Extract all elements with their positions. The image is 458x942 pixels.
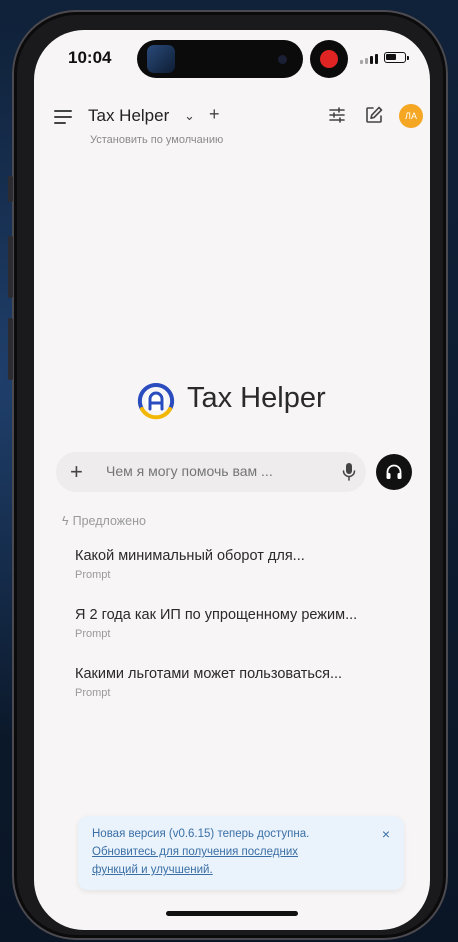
suggestion-item[interactable]: Какой минимальный оборот для... Prompt bbox=[75, 548, 410, 581]
camera-icon bbox=[278, 55, 287, 64]
suggestion-item[interactable]: Какими льготами может пользоваться... Pr… bbox=[75, 666, 410, 699]
toast-update-link[interactable]: Обновитесь для получения последних bbox=[92, 846, 298, 858]
home-indicator[interactable] bbox=[166, 911, 298, 916]
suggestion-subtitle: Prompt bbox=[75, 628, 111, 640]
suggestion-title: Я 2 года как ИП по упрощенному режим... bbox=[75, 607, 358, 623]
status-time: 10:04 bbox=[68, 48, 112, 67]
toast-message: Новая версия (v0.6.15) теперь доступна. bbox=[92, 828, 310, 840]
menu-icon[interactable] bbox=[54, 110, 72, 128]
phone-screen: 10:04 Tax Helper ⌄ + Установить по умолч… bbox=[34, 30, 430, 930]
message-input[interactable] bbox=[106, 463, 316, 479]
microphone-icon[interactable] bbox=[342, 462, 356, 482]
app-thumbnail-icon bbox=[147, 45, 175, 73]
attach-button[interactable]: + bbox=[70, 459, 83, 485]
toast-update-link-continued[interactable]: функций и улучшений. bbox=[92, 864, 213, 876]
headphones-icon bbox=[386, 464, 402, 479]
user-avatar[interactable]: ЛА bbox=[399, 104, 423, 128]
new-chat-icon[interactable] bbox=[364, 105, 384, 125]
suggestion-item[interactable]: Я 2 года как ИП по упрощенному режим... … bbox=[75, 607, 410, 640]
model-title[interactable]: Tax Helper bbox=[88, 106, 169, 126]
controls-icon[interactable] bbox=[328, 106, 346, 124]
volume-up-button bbox=[8, 236, 13, 298]
update-toast: Новая версия (v0.6.15) теперь доступна. … bbox=[78, 816, 404, 890]
suggestion-subtitle: Prompt bbox=[75, 687, 111, 699]
suggestion-title: Какими льготами может пользоваться... bbox=[75, 666, 343, 682]
suggestion-subtitle: Prompt bbox=[75, 569, 111, 581]
suggestion-title: Какой минимальный оборот для... bbox=[75, 548, 305, 564]
chat-input-bar: + bbox=[56, 452, 366, 492]
voice-mode-button[interactable] bbox=[376, 454, 412, 490]
chevron-down-icon[interactable]: ⌄ bbox=[184, 108, 195, 124]
dynamic-island bbox=[137, 40, 303, 78]
action-button bbox=[8, 176, 13, 202]
add-model-button[interactable]: + bbox=[209, 104, 220, 125]
cellular-signal-icon bbox=[360, 54, 378, 64]
set-default-link[interactable]: Установить по умолчанию bbox=[90, 134, 223, 146]
close-icon[interactable]: × bbox=[382, 826, 390, 842]
bolt-icon: ϟ bbox=[62, 514, 69, 528]
suggestions-heading-label: Предложено bbox=[72, 514, 146, 528]
battery-icon bbox=[384, 52, 406, 63]
recording-indicator-icon bbox=[310, 40, 348, 78]
battery-tip bbox=[407, 56, 409, 60]
brand-title: Tax Helper bbox=[187, 382, 326, 414]
suggestions-heading: ϟ Предложено bbox=[62, 514, 146, 528]
volume-down-button bbox=[8, 318, 13, 380]
tax-helper-logo-icon bbox=[137, 382, 175, 420]
